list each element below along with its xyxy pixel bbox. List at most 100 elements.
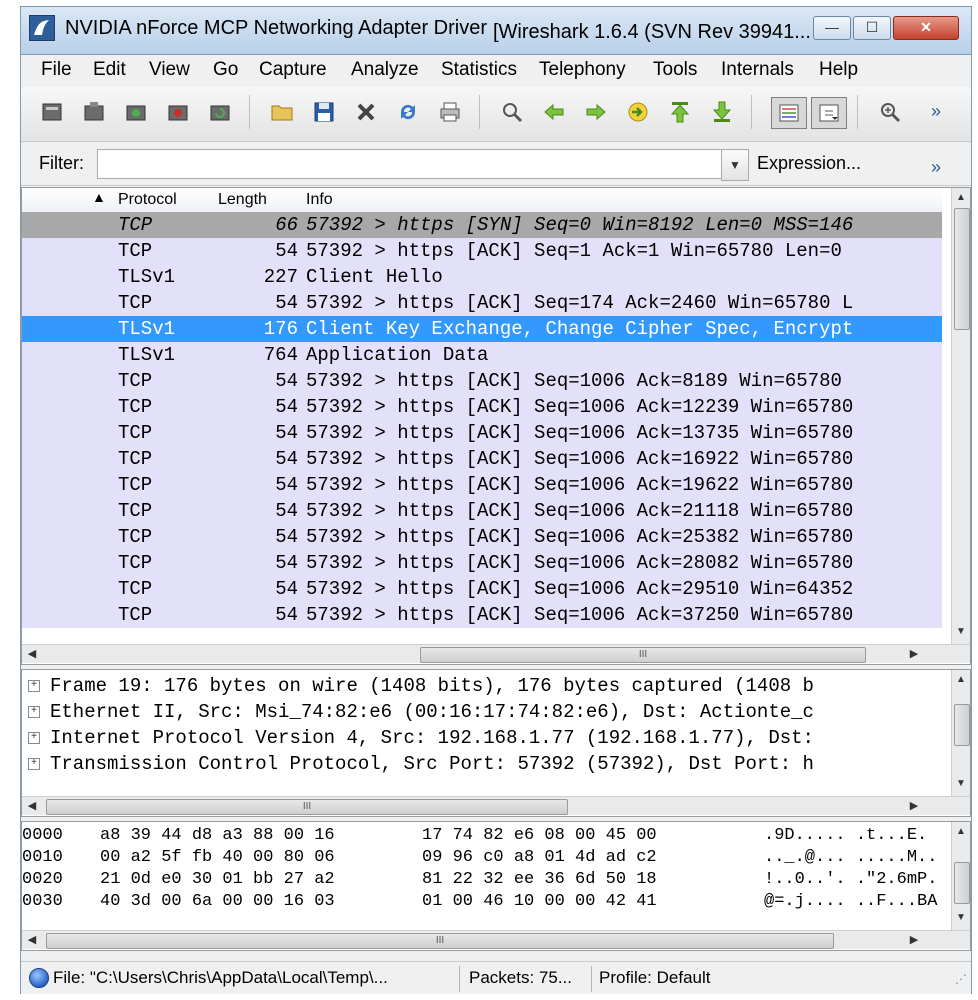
menu-edit[interactable]: Edit bbox=[93, 59, 126, 81]
menu-internals[interactable]: Internals bbox=[721, 59, 794, 81]
zoom-in-icon[interactable] bbox=[877, 99, 903, 125]
packet-list-horizontal-scrollbar[interactable]: ◀ III ▶ bbox=[22, 644, 970, 663]
detail-row-ethernet[interactable]: + Ethernet II, Src: Msi_74:82:e6 (00:16:… bbox=[22, 700, 932, 726]
packet-row[interactable]: TCP 54 57392 > https [ACK] Seq=1006 Ack=37… bbox=[22, 602, 942, 628]
expand-icon[interactable]: + bbox=[28, 732, 40, 744]
interface-list-icon[interactable] bbox=[39, 99, 65, 125]
menu-statistics[interactable]: Statistics bbox=[441, 59, 517, 81]
restart-capture-icon[interactable] bbox=[207, 99, 233, 125]
packet-row[interactable]: TCP 54 57392 > https [ACK] Seq=1006 Ack=13… bbox=[22, 420, 942, 446]
hex-bytes[interactable]: 09 96 c0 a8 01 4d ad c2 bbox=[422, 848, 657, 867]
colorize-icon[interactable] bbox=[771, 97, 807, 129]
hex-ascii[interactable]: !..0..'. ."2.6mP. bbox=[764, 870, 937, 889]
last-packet-icon[interactable] bbox=[709, 99, 735, 125]
stop-capture-icon[interactable] bbox=[165, 99, 191, 125]
expand-icon[interactable]: + bbox=[28, 680, 40, 692]
menu-analyze[interactable]: Analyze bbox=[351, 59, 419, 81]
find-packet-icon[interactable] bbox=[499, 99, 525, 125]
capture-options-icon[interactable] bbox=[81, 99, 107, 125]
first-packet-icon[interactable] bbox=[667, 99, 693, 125]
scroll-right-arrow[interactable]: ▶ bbox=[906, 645, 922, 663]
expert-info-icon[interactable] bbox=[29, 968, 49, 988]
close-file-icon[interactable] bbox=[353, 99, 379, 125]
hex-bytes[interactable]: 17 74 82 e6 08 00 45 00 bbox=[422, 826, 657, 845]
scroll-down-arrow[interactable]: ▼ bbox=[952, 624, 970, 640]
scroll-up-arrow[interactable]: ▲ bbox=[952, 672, 970, 688]
scroll-thumb[interactable] bbox=[954, 862, 970, 904]
packet-row[interactable]: TCP 54 57392 > https [ACK] Seq=1006 Ack=19… bbox=[22, 472, 942, 498]
packet-row[interactable]: TCP 54 57392 > https [ACK] Seq=1006 Ack=12… bbox=[22, 394, 942, 420]
packet-row[interactable]: TCP 54 57392 > https [ACK] Seq=1006 Ack=81… bbox=[22, 368, 942, 394]
column-header-length[interactable]: Length bbox=[218, 191, 267, 209]
horizontal-scroll-thumb[interactable]: III bbox=[46, 799, 568, 815]
expression-button[interactable]: Expression... bbox=[757, 153, 861, 174]
auto-scroll-icon[interactable] bbox=[811, 97, 847, 129]
menu-capture[interactable]: Capture bbox=[259, 59, 327, 81]
menu-go[interactable]: Go bbox=[213, 59, 238, 81]
menu-help[interactable]: Help bbox=[819, 59, 858, 81]
scroll-thumb[interactable] bbox=[954, 704, 970, 746]
menu-tools[interactable]: Tools bbox=[653, 59, 697, 81]
packet-row[interactable]: TLSv1 176 Client Key Exchange, Change Ciph… bbox=[22, 316, 942, 342]
hex-ascii[interactable]: .9D..... .t...E. bbox=[764, 826, 927, 845]
hex-ascii[interactable]: .._.@... .....M.. bbox=[764, 848, 937, 867]
packet-row[interactable]: TCP 54 57392 > https [ACK] Seq=1 Ack=1 Win… bbox=[22, 238, 942, 264]
toolbar-overflow-chevron[interactable]: » bbox=[931, 101, 941, 122]
menu-file[interactable]: File bbox=[41, 59, 72, 81]
expand-icon[interactable]: + bbox=[28, 706, 40, 718]
scroll-left-arrow[interactable]: ◀ bbox=[24, 797, 40, 815]
detail-row-tcp[interactable]: + Transmission Control Protocol, Src Por… bbox=[22, 752, 932, 778]
start-capture-icon[interactable] bbox=[123, 99, 149, 125]
filter-input[interactable] bbox=[97, 149, 725, 179]
go-forward-icon[interactable] bbox=[583, 99, 609, 125]
scroll-right-arrow[interactable]: ▶ bbox=[906, 931, 922, 949]
scroll-down-arrow[interactable]: ▼ bbox=[952, 910, 970, 926]
packet-row[interactable]: TCP 54 57392 > https [ACK] Seq=1006 Ack=21… bbox=[22, 498, 942, 524]
scroll-left-arrow[interactable]: ◀ bbox=[24, 931, 40, 949]
open-file-icon[interactable] bbox=[269, 99, 295, 125]
expand-icon[interactable]: + bbox=[28, 758, 40, 770]
filter-dropdown[interactable]: ▼ bbox=[721, 149, 749, 181]
packet-list-vertical-scrollbar[interactable]: ▲ ▼ bbox=[951, 188, 970, 644]
status-profile[interactable]: Profile: Default bbox=[599, 966, 799, 990]
close-button[interactable]: ✕ bbox=[893, 16, 959, 40]
hex-bytes[interactable]: 00 a2 5f fb 40 00 80 06 bbox=[100, 848, 335, 867]
horizontal-scroll-thumb[interactable]: III bbox=[46, 933, 834, 949]
menu-telephony[interactable]: Telephony bbox=[539, 59, 626, 81]
filter-overflow-chevron[interactable]: » bbox=[931, 157, 941, 178]
packet-row[interactable]: TCP 54 57392 > https [ACK] Seq=1006 Ack=16… bbox=[22, 446, 942, 472]
detail-row-ip[interactable]: + Internet Protocol Version 4, Src: 192.… bbox=[22, 726, 932, 752]
detail-row-frame[interactable]: + Frame 19: 176 bytes on wire (1408 bits… bbox=[22, 674, 932, 700]
column-header-protocol[interactable]: Protocol bbox=[118, 191, 177, 209]
scroll-left-arrow[interactable]: ◀ bbox=[24, 645, 40, 663]
title-bar[interactable]: NVIDIA nForce MCP Networking Adapter Dri… bbox=[20, 6, 972, 55]
scroll-right-arrow[interactable]: ▶ bbox=[906, 797, 922, 815]
packet-row[interactable]: TCP 54 57392 > https [ACK] Seq=174 Ack=246… bbox=[22, 290, 942, 316]
save-file-icon[interactable] bbox=[311, 99, 337, 125]
packet-row[interactable]: TCP 54 57392 > https [ACK] Seq=1006 Ack=29… bbox=[22, 576, 942, 602]
packet-row[interactable]: TCP 54 57392 > https [ACK] Seq=1006 Ack=25… bbox=[22, 524, 942, 550]
details-horizontal-scrollbar[interactable]: ◀ III ▶ bbox=[22, 796, 970, 815]
hex-ascii[interactable]: @=.j.... ..F...BA bbox=[764, 892, 937, 911]
scroll-up-arrow[interactable]: ▲ bbox=[952, 190, 970, 206]
hex-bytes[interactable]: a8 39 44 d8 a3 88 00 16 bbox=[100, 826, 335, 845]
scroll-down-arrow[interactable]: ▼ bbox=[952, 776, 970, 792]
hex-bytes[interactable]: 81 22 32 ee 36 6d 50 18 bbox=[422, 870, 657, 889]
hex-bytes[interactable]: 40 3d 00 6a 00 00 16 03 bbox=[100, 892, 335, 911]
horizontal-scroll-thumb[interactable]: III bbox=[420, 647, 866, 663]
menu-view[interactable]: View bbox=[149, 59, 190, 81]
sort-ascending-icon[interactable]: ▲ bbox=[92, 189, 106, 205]
details-vertical-scrollbar[interactable]: ▲ ▼ bbox=[951, 670, 970, 796]
hex-bytes[interactable]: 21 0d e0 30 01 bb 27 a2 bbox=[100, 870, 335, 889]
scroll-up-arrow[interactable]: ▲ bbox=[952, 824, 970, 840]
resize-grip-icon[interactable]: ⋰ bbox=[955, 972, 967, 986]
scroll-thumb[interactable] bbox=[954, 208, 970, 330]
packet-row[interactable]: TLSv1 227 Client Hello bbox=[22, 264, 942, 290]
packet-row[interactable]: TCP 66 57392 > https [SYN] Seq=0 Win=8192 … bbox=[22, 212, 942, 238]
column-header-info[interactable]: Info bbox=[306, 191, 333, 209]
bytes-horizontal-scrollbar[interactable]: ◀ III ▶ bbox=[22, 930, 970, 949]
bytes-vertical-scrollbar[interactable]: ▲ ▼ bbox=[951, 822, 970, 930]
packet-row[interactable]: TCP 54 57392 > https [ACK] Seq=1006 Ack=28… bbox=[22, 550, 942, 576]
print-icon[interactable] bbox=[437, 99, 463, 125]
go-to-packet-icon[interactable] bbox=[625, 99, 651, 125]
